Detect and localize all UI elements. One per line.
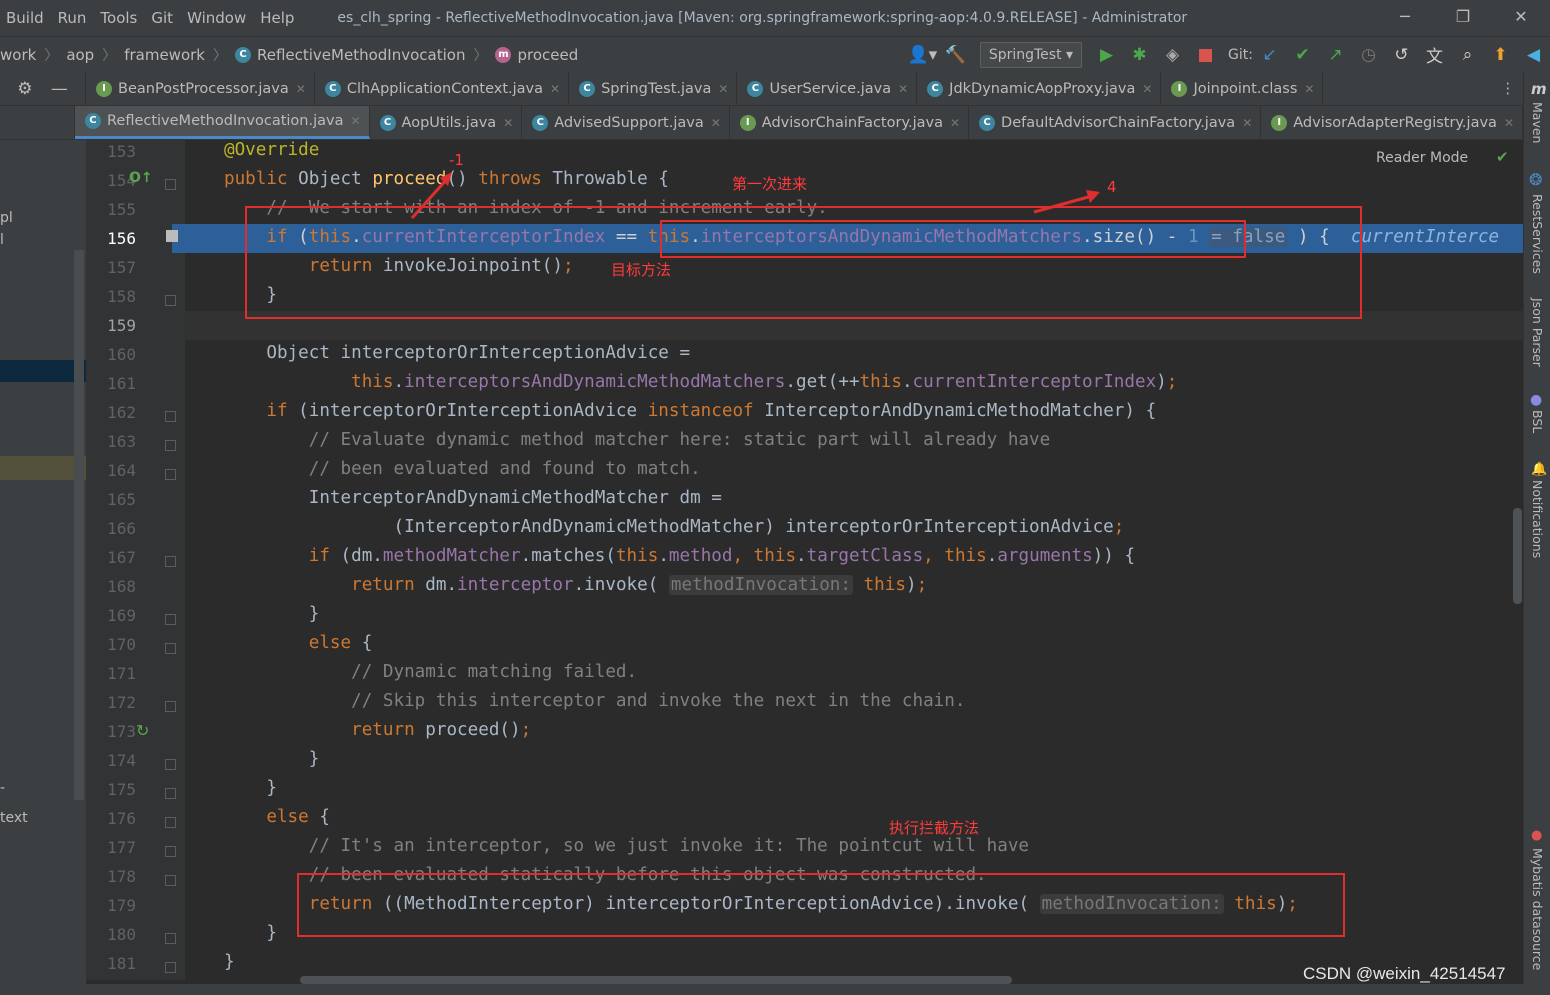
annotation-minus-one: -1	[449, 151, 464, 169]
bell-icon: 🔔	[1531, 462, 1548, 477]
restservices-tool-button[interactable]: RestServices	[1530, 194, 1545, 274]
mybatis-icon: ●	[1531, 828, 1543, 843]
horizontal-scrollbar[interactable]	[300, 976, 1012, 984]
annotation-execute-interceptor: 执行拦截方法	[889, 819, 980, 837]
bsl-tool-button[interactable]: BSL	[1530, 410, 1545, 433]
ide-window: Build Run Tools Git Window Help es_clh_s…	[0, 0, 1550, 995]
bsl-icon: ●	[1530, 392, 1543, 408]
csdn-watermark: CSDN @weixin_42514547	[1303, 964, 1506, 983]
rest-services-icon: ❂	[1529, 170, 1543, 189]
json-parser-tool-button[interactable]: Json Parser	[1530, 298, 1545, 367]
arrow-minus-one	[410, 176, 450, 220]
notifications-tool-button[interactable]: Notifications	[1530, 480, 1545, 558]
maven-tool-button[interactable]: Maven	[1530, 102, 1545, 143]
right-tool-strip: m Maven ❂ RestServices Json Parser ● BSL…	[1523, 72, 1550, 995]
annotation-four: 4	[1107, 178, 1117, 196]
vertical-scrollbar[interactable]	[1513, 508, 1522, 604]
annotation-arrows	[410, 172, 1100, 220]
mybatis-tool-button[interactable]: Mybatis datasource	[1530, 848, 1545, 970]
arrow-four	[1033, 194, 1093, 214]
annotation-target-method: 目标方法	[611, 261, 672, 279]
maven-icon[interactable]: m	[1531, 80, 1547, 98]
status-bar	[0, 984, 1550, 995]
arrow-head-icon	[1086, 190, 1100, 203]
annotation-first-entry: 第一次进来	[732, 175, 808, 193]
